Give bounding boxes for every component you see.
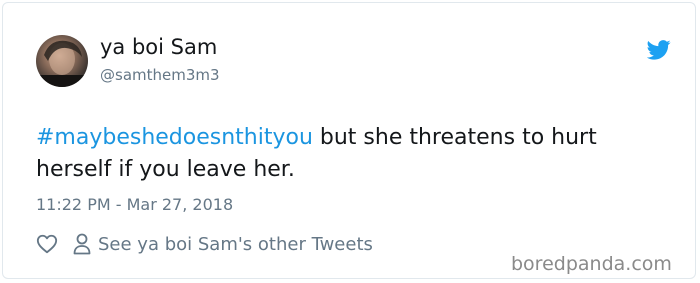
- user-handle[interactable]: @samthem3m3: [100, 66, 220, 84]
- watermark: boredpanda.com: [511, 253, 672, 275]
- avatar-photo: [36, 40, 88, 87]
- other-tweets-label: See ya boi Sam's other Tweets: [98, 233, 373, 255]
- hashtag-link[interactable]: #maybeshedoesnthityou: [36, 125, 313, 150]
- tweet-actions: See ya boi Sam's other Tweets: [36, 231, 373, 257]
- tweet-text: #maybeshedoesnthityou but she threatens …: [36, 122, 676, 186]
- avatar[interactable]: [36, 35, 88, 87]
- tweet-card: ya boi Sam @samthem3m3 #maybeshedoesnthi…: [2, 2, 696, 279]
- tweet-timestamp[interactable]: 11:22 PM - Mar 27, 2018: [36, 195, 233, 214]
- person-icon: [73, 233, 91, 255]
- twitter-bird-icon[interactable]: [647, 40, 671, 60]
- other-tweets-link[interactable]: See ya boi Sam's other Tweets: [73, 233, 373, 255]
- heart-icon[interactable]: [36, 233, 58, 255]
- display-name[interactable]: ya boi Sam: [100, 35, 217, 59]
